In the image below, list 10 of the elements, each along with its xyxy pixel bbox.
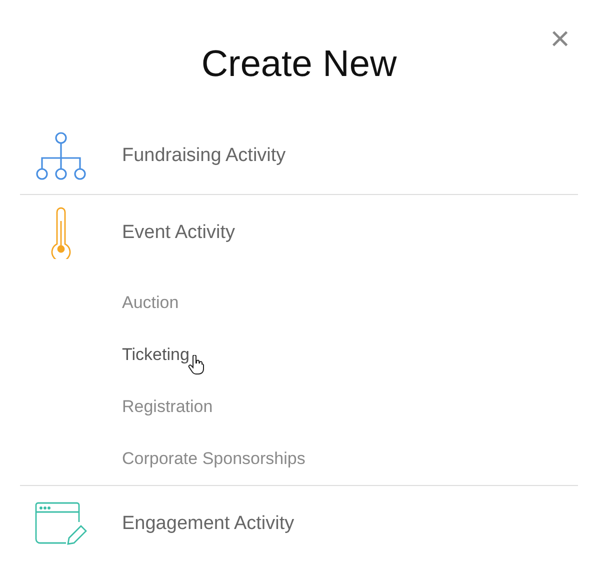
activity-suboption[interactable]: Corporate Sponsorships [122,449,306,469]
close-button[interactable]: × [548,22,572,56]
activity-suboption[interactable]: Auction [122,293,179,313]
activity-option[interactable]: Fundraising Activity [122,145,286,167]
dialog-title: Create New [201,42,397,86]
activity-option[interactable]: Event Activity [122,222,235,244]
hand-cursor-icon [188,355,204,375]
activity-suboption[interactable]: Registration [122,397,213,417]
activity-suboption[interactable]: Ticketing [122,345,190,365]
activity-option[interactable]: Engagement Activity [122,513,294,535]
